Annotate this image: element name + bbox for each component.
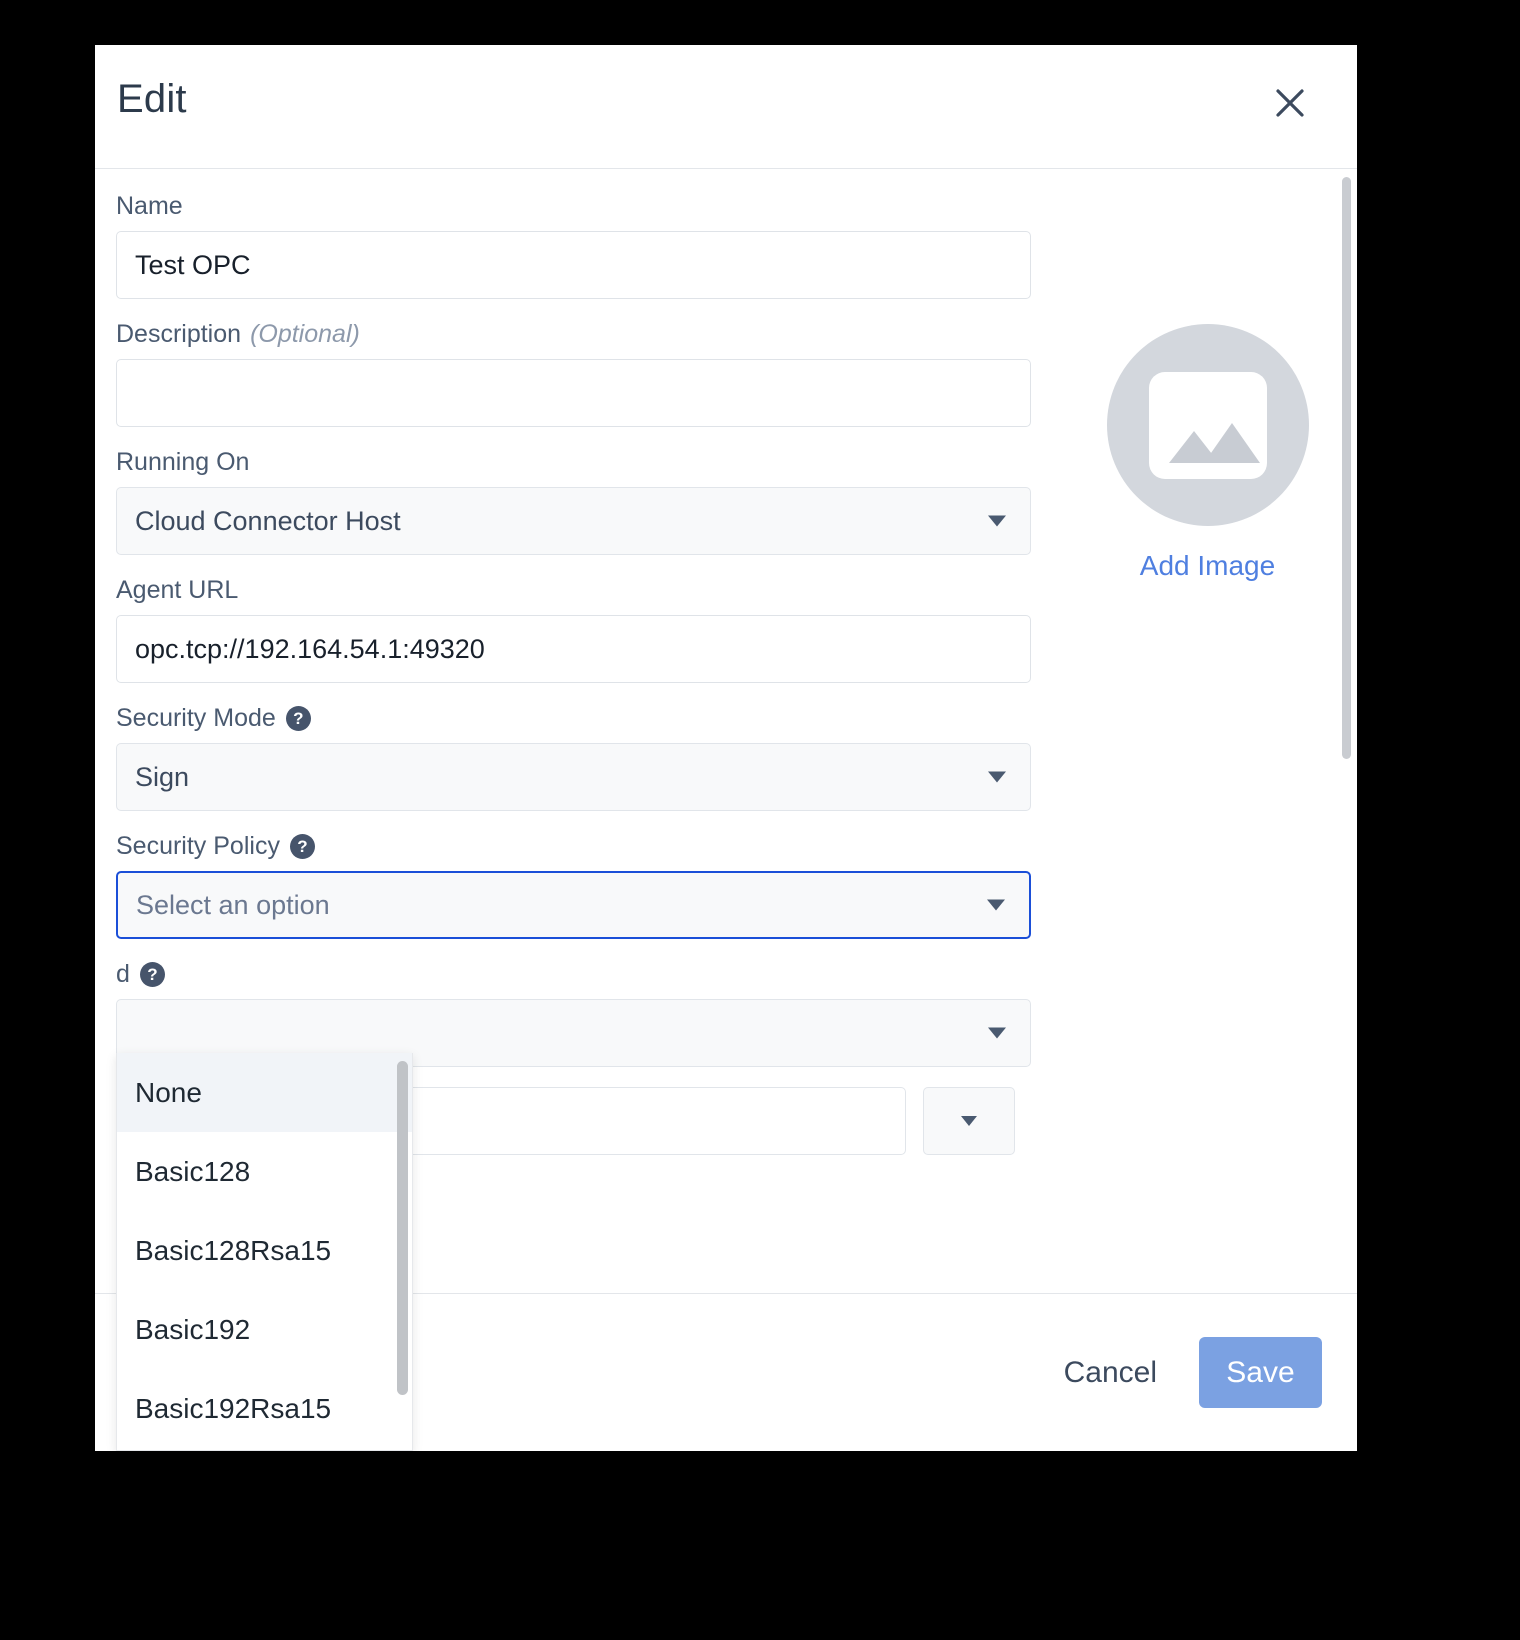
field-agent-url: Agent URL opc.tcp://192.164.54.1:49320 [116, 575, 1031, 683]
help-circle-icon[interactable]: ? [285, 705, 311, 731]
description-optional-note: (Optional) [250, 320, 360, 348]
running-on-label: Running On [116, 448, 250, 476]
screen-background: Edit Name Test OPC Description (Optional… [0, 0, 1520, 1640]
description-label: Description (Optional) [116, 319, 1031, 349]
auth-method-label-text: d [116, 960, 130, 988]
scrollbar-thumb[interactable] [397, 1061, 408, 1395]
field-security-policy: Security Policy ? Select an option [116, 831, 1031, 939]
name-input[interactable]: Test OPC [116, 231, 1031, 299]
form-column: Name Test OPC Description (Optional) Run… [116, 191, 1031, 1175]
help-circle-icon[interactable]: ? [289, 833, 315, 859]
running-on-select[interactable]: Cloud Connector Host [116, 487, 1031, 555]
security-policy-placeholder: Select an option [136, 889, 330, 920]
security-mode-label-text: Security Mode [116, 704, 276, 732]
pem-file-browse-button[interactable] [923, 1087, 1015, 1155]
add-image-button[interactable]: Add Image [1100, 550, 1315, 582]
agent-url-label: Agent URL [116, 576, 239, 604]
dropdown-option[interactable]: Basic192 [117, 1290, 412, 1369]
security-mode-value: Sign [135, 761, 190, 792]
dropdown-option[interactable]: Basic192Rsa15 [117, 1369, 412, 1448]
modal-title: Edit [117, 77, 187, 121]
field-auth-method: d ? [116, 959, 1031, 1067]
save-button[interactable]: Save [1199, 1337, 1322, 1408]
field-security-mode: Security Mode ? Sign [116, 703, 1031, 811]
dropdown-option[interactable]: None [117, 1053, 412, 1132]
description-label-text: Description [116, 320, 242, 348]
security-policy-select[interactable]: Select an option [116, 871, 1031, 939]
dropdown-option[interactable]: Basic128Rsa15 [117, 1211, 412, 1290]
modal-body-scrollbar[interactable] [1342, 177, 1351, 1277]
security-policy-label: Security Policy ? [116, 831, 1031, 861]
edit-modal: Edit Name Test OPC Description (Optional… [95, 45, 1357, 1451]
chevron-down-icon [988, 1027, 1006, 1039]
security-policy-dropdown[interactable]: None Basic128 Basic128Rsa15 Basic192 Bas… [116, 1053, 413, 1451]
description-input[interactable] [116, 359, 1031, 427]
security-mode-label: Security Mode ? [116, 703, 1031, 733]
cancel-button[interactable]: Cancel [1058, 1344, 1163, 1402]
agent-url-input[interactable]: opc.tcp://192.164.54.1:49320 [116, 615, 1031, 683]
chevron-down-icon [961, 1116, 977, 1126]
field-running-on: Running On Cloud Connector Host [116, 447, 1031, 555]
field-name: Name Test OPC [116, 191, 1031, 299]
help-circle-icon[interactable]: ? [139, 961, 165, 987]
dropdown-option[interactable]: Basic128 [117, 1132, 412, 1211]
image-placeholder-icon [1148, 371, 1267, 479]
modal-header: Edit [95, 45, 1357, 169]
security-policy-label-text: Security Policy [116, 832, 280, 860]
scrollbar-thumb[interactable] [1342, 177, 1351, 759]
field-description: Description (Optional) [116, 319, 1031, 427]
avatar-column: Add Image [1100, 324, 1315, 582]
running-on-value: Cloud Connector Host [135, 505, 401, 536]
chevron-down-icon [988, 515, 1006, 527]
close-icon[interactable] [1267, 80, 1313, 126]
name-label: Name [116, 192, 183, 220]
dropdown-scrollbar[interactable] [397, 1061, 408, 1443]
avatar[interactable] [1106, 324, 1309, 526]
auth-method-label: d ? [116, 959, 1031, 989]
security-mode-select[interactable]: Sign [116, 743, 1031, 811]
chevron-down-icon [988, 771, 1006, 783]
chevron-down-icon [987, 899, 1005, 911]
